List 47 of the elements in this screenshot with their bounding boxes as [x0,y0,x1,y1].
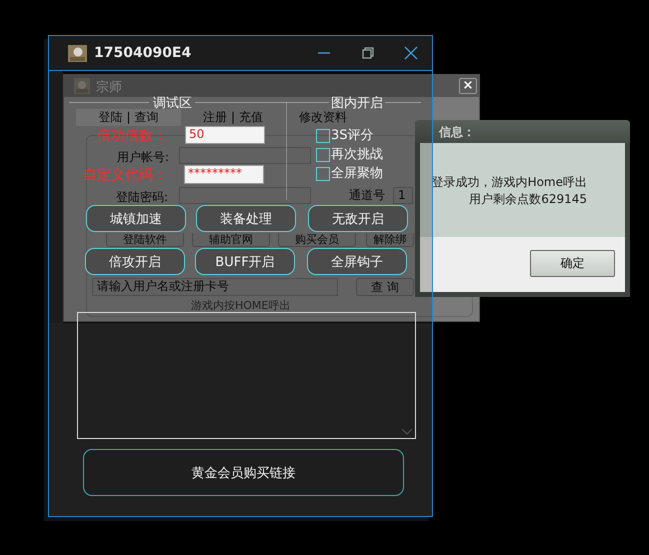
checkbox-label: 3S评分 [331,127,374,144]
group-title: 调试区 [153,95,192,111]
tab[interactable]: 修改资料 [285,109,361,126]
tab[interactable]: 登陆 | 查询 [76,109,181,126]
purchase-button[interactable]: 黄金会员购买链接 [83,449,404,496]
field-label: 用户帐号: [117,149,170,166]
query-button[interactable]: 查 询 [356,278,414,296]
window-title: 17504090E4 [94,45,192,61]
app-icon [68,45,87,62]
input-field[interactable]: ********* [184,165,264,184]
input-field[interactable]: 50 [185,126,265,144]
checkbox-label: 再次挑战 [331,146,383,163]
input-field[interactable]: 1 [393,187,413,204]
field-label: 登陆密码: [116,189,168,206]
input-field[interactable] [179,147,311,164]
restore-icon[interactable] [361,46,375,60]
button[interactable]: 解除绑 [366,233,414,247]
button[interactable]: 无敌开启 [308,205,408,232]
log-box[interactable] [77,312,416,439]
field-label: 倍功倍数： [97,127,167,145]
button[interactable]: 装备处理 [196,205,296,232]
field-label: 通道号 [348,187,386,204]
checkbox[interactable] [316,167,330,181]
button[interactable]: 辅助官网 [192,233,270,247]
window-title: 宗师 [96,79,122,96]
chevron-icon [402,429,412,435]
search-field[interactable]: 请输入用户名或注册卡号 [92,278,338,296]
tab[interactable]: 注册 | 充值 [182,109,284,126]
button[interactable]: 城镇加速 [86,205,186,232]
button[interactable]: 倍攻开启 [85,248,185,275]
input-field[interactable] [179,187,311,204]
button[interactable]: 购买会员 [278,233,356,247]
app-icon [74,78,90,94]
button[interactable]: BUFF开启 [195,248,295,275]
message-text: 用户剩余点数629145 [468,191,587,208]
ok-button[interactable]: 确定 [530,250,615,277]
button[interactable]: 登陆软件 [106,233,184,247]
checkbox[interactable] [316,148,330,162]
close-button[interactable]: × [459,78,477,94]
field-label: 自定义代码： [83,166,167,184]
close-icon[interactable] [404,46,418,60]
checkbox-label: 全屏聚物 [331,165,383,182]
hint-text: 游戏内按HOME呼出 [191,298,290,313]
dialog-title: 信息： [439,124,475,141]
group-title: 图内开启 [331,95,383,111]
button[interactable]: 全屏钩子 [307,248,407,275]
checkbox[interactable] [316,129,330,143]
